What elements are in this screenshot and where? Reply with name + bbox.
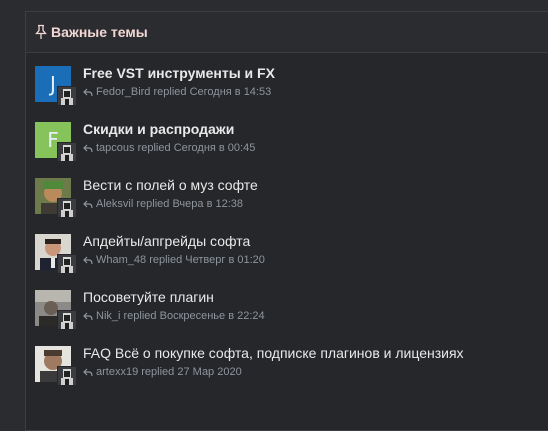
avatar-letter: J <box>50 72 56 96</box>
topic-row[interactable]: Вести с полей о муз софте Aleksvil repli… <box>26 177 548 234</box>
topic-meta: Nik_i replied Воскресенье в 22:24 <box>83 310 265 322</box>
reply-icon <box>83 368 93 376</box>
topic-row[interactable]: F Скидки и распродажи tapcous replied Се… <box>26 121 548 178</box>
topic-meta: artexx19 replied 27 Мар 2020 <box>83 366 242 378</box>
reply-action: replied <box>141 366 175 378</box>
last-poster-avatar[interactable] <box>57 366 77 386</box>
reply-time[interactable]: Четверг в 01:20 <box>185 254 265 266</box>
last-poster-avatar[interactable] <box>57 310 77 330</box>
reply-action: replied <box>153 86 187 98</box>
topic-meta: Fedor_Bird replied Сегодня в 14:53 <box>83 86 271 98</box>
topic-title[interactable]: FAQ Всё о покупке софта, подписке плагин… <box>83 345 464 361</box>
topic-row[interactable]: Апдейты/апгрейды софта Wham_48 replied Ч… <box>26 233 548 290</box>
last-poster-avatar[interactable] <box>57 142 77 162</box>
topic-title[interactable]: Апдейты/апгрейды софта <box>83 233 250 249</box>
last-poster-name[interactable]: artexx19 <box>96 366 138 378</box>
reply-action: replied <box>123 310 157 322</box>
panel-header: Важные темы <box>26 12 548 53</box>
last-poster-avatar[interactable] <box>57 254 77 274</box>
last-poster-name[interactable]: Wham_48 <box>96 254 146 266</box>
reply-icon <box>83 200 93 208</box>
reply-action: replied <box>137 142 171 154</box>
pin-icon <box>35 24 47 39</box>
reply-time[interactable]: Вчера в 12:38 <box>172 198 243 210</box>
reply-icon <box>83 144 93 152</box>
last-poster-avatar[interactable] <box>57 198 77 218</box>
reply-action: replied <box>149 254 183 266</box>
reply-icon <box>83 312 93 320</box>
panel-title: Важные темы <box>51 24 148 40</box>
reply-icon <box>83 256 93 264</box>
topic-meta: Aleksvil replied Вчера в 12:38 <box>83 198 243 210</box>
topic-title[interactable]: Посоветуйте плагин <box>83 289 214 305</box>
reply-time[interactable]: Сегодня в 00:45 <box>174 142 256 154</box>
topic-meta: Wham_48 replied Четверг в 01:20 <box>83 254 265 266</box>
topic-row[interactable]: FAQ Всё о покупке софта, подписке плагин… <box>26 345 548 402</box>
last-poster-name[interactable]: Fedor_Bird <box>96 86 150 98</box>
last-poster-name[interactable]: Nik_i <box>96 310 120 322</box>
last-poster-name[interactable]: tapcous <box>96 142 135 154</box>
topic-title[interactable]: Free VST инструменты и FX <box>83 65 275 81</box>
last-poster-name[interactable]: Aleksvil <box>96 198 133 210</box>
reply-time[interactable]: Воскресенье в 22:24 <box>160 310 265 322</box>
reply-icon <box>83 88 93 96</box>
reply-time[interactable]: Сегодня в 14:53 <box>190 86 272 98</box>
reply-action: replied <box>136 198 170 210</box>
topic-title[interactable]: Вести с полей о муз софте <box>83 177 258 193</box>
topic-meta: tapcous replied Сегодня в 00:45 <box>83 142 255 154</box>
last-poster-avatar[interactable] <box>57 86 77 106</box>
topic-row[interactable]: Посоветуйте плагин Nik_i replied Воскрес… <box>26 289 548 346</box>
topic-row[interactable]: J Free VST инструменты и FX Fedor_Bird r… <box>26 65 548 122</box>
topic-title[interactable]: Скидки и распродажи <box>83 121 234 137</box>
important-topics-panel: Важные темы J Free VST инструменты и FX … <box>25 11 548 431</box>
reply-time[interactable]: 27 Мар 2020 <box>177 366 241 378</box>
